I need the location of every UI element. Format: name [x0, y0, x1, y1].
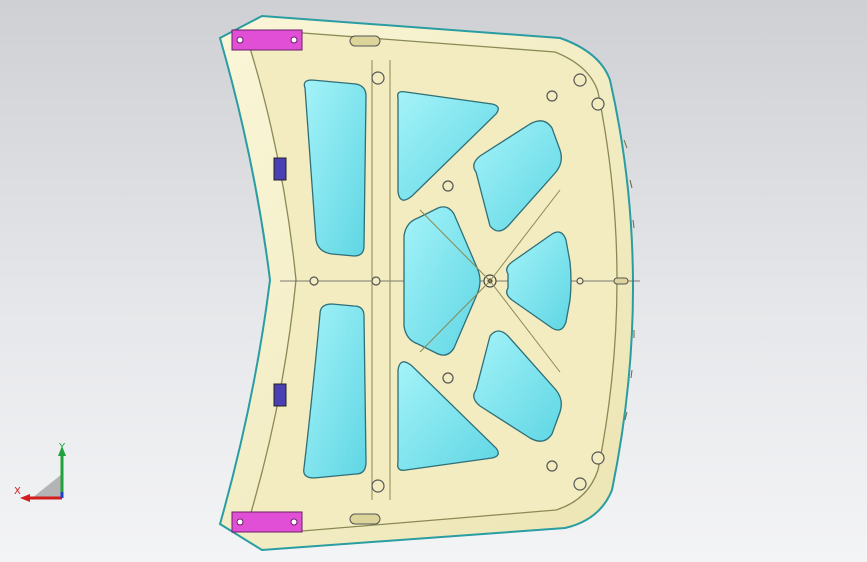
triad-base-shadow: [32, 474, 62, 498]
hinge-top: [231, 29, 303, 51]
cad-viewport[interactable]: X Y: [0, 0, 867, 562]
axis-triad: X Y: [14, 442, 66, 502]
latch-upper: [273, 157, 287, 181]
x-arrow-icon: [20, 494, 30, 502]
y-axis-label: Y: [58, 442, 66, 453]
x-axis-label: X: [14, 486, 21, 497]
latch-lower: [273, 383, 287, 407]
hinge-bottom: [231, 511, 303, 533]
hood-inner-panel-model[interactable]: [0, 0, 867, 562]
